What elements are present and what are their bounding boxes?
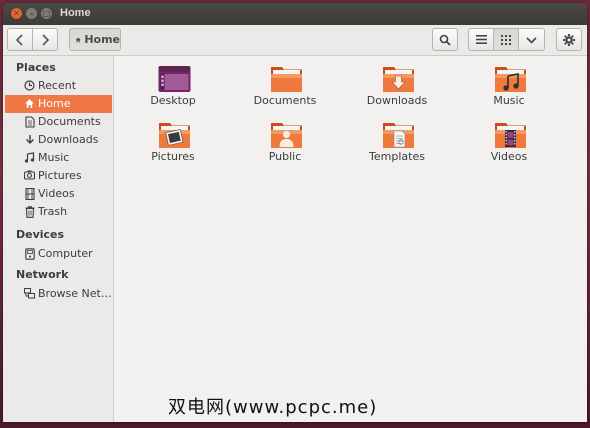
- trash-icon: [24, 206, 35, 218]
- file-item-label: Pictures: [151, 150, 195, 163]
- file-item-label: Templates: [369, 150, 425, 163]
- download-icon: [24, 134, 35, 146]
- sidebar-item-label: Videos: [38, 187, 75, 200]
- file-item-label: Desktop: [150, 94, 196, 107]
- pictures-folder-icon: [159, 123, 190, 148]
- sidebar-item-label: Trash: [38, 205, 68, 218]
- file-item-label: Documents: [253, 94, 317, 107]
- search-icon: [439, 34, 451, 46]
- sidebar-section-devices: Devices: [16, 228, 65, 241]
- chevron-right-icon: [42, 33, 50, 46]
- file-item-label: Downloads: [366, 94, 428, 107]
- sidebar-item-label: Computer: [38, 247, 93, 260]
- sidebar-section-network: Network: [16, 268, 69, 281]
- toolbar: Home: [3, 25, 587, 56]
- watermark-text: 双电网(www.pcpc.me): [168, 397, 378, 418]
- camera-icon: [23, 170, 36, 182]
- list-view-icon: [475, 35, 487, 44]
- file-item-videos[interactable]: Videos: [464, 114, 554, 166]
- file-item-music[interactable]: Music: [464, 58, 554, 110]
- file-item-pictures[interactable]: Pictures: [128, 114, 218, 166]
- sidebar-item-label: Music: [38, 151, 70, 164]
- file-view: Desktop Documents Downloads Music Pictur…: [114, 56, 587, 422]
- sidebar-item-trash[interactable]: Trash: [5, 203, 112, 221]
- desktop-folder-icon: [158, 66, 191, 92]
- sidebar-item-label: Pictures: [38, 169, 82, 182]
- file-item-label: Music: [493, 94, 525, 107]
- minimize-window-button[interactable]: –: [26, 8, 37, 19]
- location-label: Home: [84, 33, 120, 46]
- film-icon: [24, 187, 35, 201]
- file-item-documents[interactable]: Documents: [240, 58, 330, 110]
- sidebar-item-music[interactable]: Music: [5, 149, 112, 167]
- home-icon: [75, 36, 81, 43]
- home-icon: [24, 98, 35, 110]
- chevron-down-icon: [526, 36, 537, 44]
- sidebar-item-label: Documents: [38, 115, 101, 128]
- sidebar-item-label: Home: [38, 97, 71, 110]
- grid-view-icon: [501, 34, 511, 45]
- location-home-button[interactable]: Home: [69, 28, 121, 51]
- file-item-desktop[interactable]: Desktop: [128, 58, 218, 110]
- file-manager-window: ✕ – □ Home Home Places Recent Home Docum…: [3, 3, 587, 422]
- sidebar: Places Recent Home Documents Downloads M…: [3, 56, 114, 422]
- file-item-templates[interactable]: Templates: [352, 114, 442, 166]
- file-item-label: Videos: [490, 150, 528, 163]
- drive-icon: [24, 248, 35, 260]
- sidebar-item-label: Downloads: [38, 133, 99, 146]
- sidebar-item-label: Recent: [38, 79, 77, 92]
- network-icon: [24, 288, 35, 300]
- forward-button[interactable]: [32, 28, 58, 51]
- chevron-left-icon: [15, 33, 23, 46]
- clock-icon: [24, 80, 35, 92]
- sidebar-item-documents[interactable]: Documents: [5, 113, 112, 131]
- close-window-button[interactable]: ✕: [11, 8, 22, 19]
- videos-folder-icon: [495, 123, 526, 148]
- sidebar-item-downloads[interactable]: Downloads: [5, 131, 112, 149]
- gear-icon: [563, 33, 575, 46]
- title-bar: ✕ – □ Home: [3, 3, 587, 25]
- view-options-button[interactable]: [518, 28, 545, 51]
- sidebar-section-places: Places: [16, 61, 56, 74]
- sidebar-item-browse-network[interactable]: Browse Net…: [5, 285, 112, 303]
- back-button[interactable]: [7, 28, 33, 51]
- templates-folder-icon: [383, 123, 414, 148]
- settings-button[interactable]: [556, 28, 582, 51]
- document-icon: [24, 116, 35, 128]
- downloads-folder-icon: [383, 67, 414, 92]
- sidebar-item-pictures[interactable]: Pictures: [5, 167, 112, 185]
- sidebar-item-label: Browse Net…: [38, 287, 112, 300]
- file-item-public[interactable]: Public: [240, 114, 330, 166]
- file-item-downloads[interactable]: Downloads: [352, 58, 442, 110]
- music-icon: [24, 152, 35, 164]
- window-title: Home: [60, 7, 91, 19]
- sidebar-item-computer[interactable]: Computer: [5, 245, 112, 263]
- documents-folder-icon: [271, 67, 302, 92]
- sidebar-item-videos[interactable]: Videos: [5, 185, 112, 203]
- music-folder-icon: [495, 67, 526, 92]
- grid-view-button[interactable]: [493, 28, 519, 51]
- public-folder-icon: [271, 123, 302, 148]
- search-button[interactable]: [432, 28, 458, 51]
- list-view-button[interactable]: [468, 28, 494, 51]
- sidebar-item-recent[interactable]: Recent: [5, 77, 112, 95]
- maximize-window-button[interactable]: □: [41, 8, 52, 19]
- file-item-label: Public: [268, 150, 302, 163]
- sidebar-item-home[interactable]: Home: [5, 95, 112, 113]
